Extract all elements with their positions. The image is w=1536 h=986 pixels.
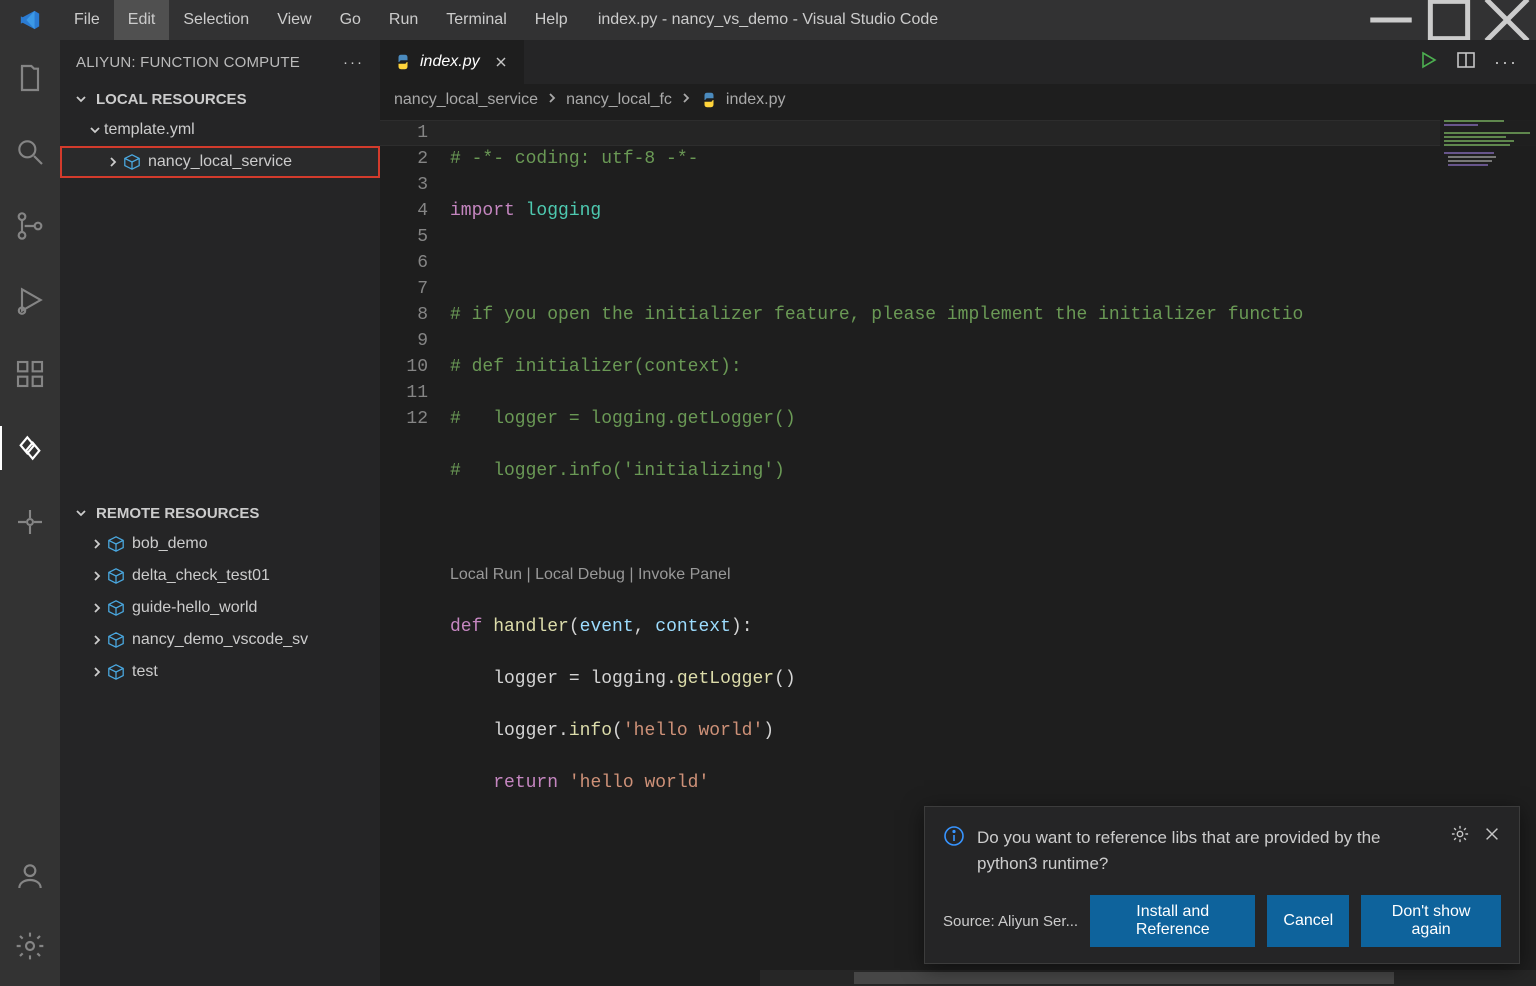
window-controls	[1362, 0, 1536, 40]
panel-more-button[interactable]: ···	[343, 54, 364, 71]
menu-edit[interactable]: Edit	[114, 0, 170, 40]
window-close-button[interactable]	[1478, 0, 1536, 40]
chevron-right-icon	[680, 91, 692, 109]
split-editor-button[interactable]	[1456, 50, 1476, 75]
window-maximize-button[interactable]	[1420, 0, 1478, 40]
chevron-down-icon	[72, 92, 90, 106]
menu-selection[interactable]: Selection	[169, 0, 263, 40]
breadcrumbs[interactable]: nancy_local_service nancy_local_fc index…	[380, 84, 1536, 116]
toast-settings-button[interactable]	[1451, 825, 1469, 848]
editor-area: index.py ··· nancy_local_service nancy_l…	[380, 40, 1536, 986]
local-resources-section[interactable]: LOCAL RESOURCES	[60, 84, 380, 114]
item-label: delta_check_test01	[132, 567, 270, 585]
remote-item[interactable]: delta_check_test01	[60, 560, 380, 592]
item-label: nancy_local_service	[148, 153, 292, 171]
python-file-icon	[394, 53, 412, 71]
accounts-icon[interactable]	[0, 846, 60, 906]
settings-gear-icon[interactable]	[0, 916, 60, 976]
local-resources-tree: template.yml nancy_local_service	[60, 114, 380, 178]
run-file-button[interactable]	[1418, 50, 1438, 75]
chevron-right-icon	[88, 665, 106, 679]
editor-more-button[interactable]: ···	[1494, 52, 1518, 73]
remote-icon[interactable]	[0, 492, 60, 552]
extensions-icon[interactable]	[0, 344, 60, 404]
chevron-down-icon	[72, 506, 90, 520]
chevron-right-icon	[88, 633, 106, 647]
service-cube-icon	[106, 534, 126, 554]
menu-terminal[interactable]: Terminal	[432, 0, 520, 40]
breadcrumb-seg[interactable]: index.py	[726, 91, 786, 109]
chevron-down-icon	[86, 123, 104, 137]
info-icon	[943, 825, 965, 847]
item-label: test	[132, 663, 158, 681]
cancel-button[interactable]: Cancel	[1267, 895, 1349, 947]
service-cube-icon	[106, 662, 126, 682]
toast-message: Do you want to reference libs that are p…	[977, 825, 1439, 877]
chevron-right-icon	[88, 537, 106, 551]
codelens[interactable]: Local Run | Local Debug | Invoke Panel	[450, 562, 1536, 588]
tab-close-button[interactable]	[492, 53, 510, 71]
menubar: File Edit Selection View Go Run Terminal…	[60, 0, 582, 40]
breadcrumb-seg[interactable]: nancy_local_fc	[566, 91, 672, 109]
dont-show-again-button[interactable]: Don't show again	[1361, 895, 1501, 947]
notification-toast: Do you want to reference libs that are p…	[924, 806, 1520, 964]
template-yml-item[interactable]: template.yml	[60, 114, 380, 146]
menu-help[interactable]: Help	[521, 0, 582, 40]
python-file-icon	[700, 91, 718, 109]
chevron-right-icon	[546, 91, 558, 109]
remote-item[interactable]: bob_demo	[60, 528, 380, 560]
section-label: LOCAL RESOURCES	[96, 91, 247, 108]
horizontal-scrollbar[interactable]	[760, 970, 1536, 986]
remote-resources-section[interactable]: REMOTE RESOURCES	[60, 498, 380, 528]
remote-item[interactable]: test	[60, 656, 380, 688]
item-label: bob_demo	[132, 535, 208, 553]
breadcrumb-seg[interactable]: nancy_local_service	[394, 91, 538, 109]
toast-source: Source: Aliyun Ser...	[943, 913, 1078, 930]
section-label: REMOTE RESOURCES	[96, 505, 259, 522]
menu-file[interactable]: File	[60, 0, 114, 40]
toast-close-button[interactable]	[1483, 825, 1501, 848]
service-cube-icon	[122, 152, 142, 172]
window-minimize-button[interactable]	[1362, 0, 1420, 40]
remote-resources-tree: bob_demo delta_check_test01 guide-hello_…	[60, 528, 380, 688]
run-debug-icon[interactable]	[0, 270, 60, 330]
search-icon[interactable]	[0, 122, 60, 182]
source-control-icon[interactable]	[0, 196, 60, 256]
nancy-local-service-item[interactable]: nancy_local_service	[60, 146, 380, 178]
menu-go[interactable]: Go	[326, 0, 375, 40]
service-cube-icon	[106, 598, 126, 618]
remote-item[interactable]: nancy_demo_vscode_sv	[60, 624, 380, 656]
tab-index-py[interactable]: index.py	[380, 40, 525, 84]
tab-label: index.py	[420, 53, 480, 71]
remote-item[interactable]: guide-hello_world	[60, 592, 380, 624]
chevron-right-icon	[88, 601, 106, 615]
menu-view[interactable]: View	[263, 0, 325, 40]
aliyun-fc-icon[interactable]	[0, 418, 60, 478]
title-bar: File Edit Selection View Go Run Terminal…	[0, 0, 1536, 40]
panel-title: ALIYUN: FUNCTION COMPUTE	[76, 54, 300, 71]
chevron-right-icon	[88, 569, 106, 583]
install-reference-button[interactable]: Install and Reference	[1090, 895, 1255, 947]
vscode-logo-icon	[0, 9, 60, 31]
service-cube-icon	[106, 630, 126, 650]
item-label: nancy_demo_vscode_sv	[132, 631, 308, 649]
panel-header: ALIYUN: FUNCTION COMPUTE ···	[60, 40, 380, 84]
side-panel: ALIYUN: FUNCTION COMPUTE ··· LOCAL RESOU…	[60, 40, 380, 986]
explorer-icon[interactable]	[0, 48, 60, 108]
tab-bar: index.py ···	[380, 40, 1536, 84]
service-cube-icon	[106, 566, 126, 586]
activity-bar	[0, 40, 60, 986]
line-gutter: 123456789101112	[380, 116, 450, 986]
item-label: template.yml	[104, 121, 195, 139]
scrollbar-thumb[interactable]	[854, 972, 1394, 984]
item-label: guide-hello_world	[132, 599, 257, 617]
chevron-right-icon	[104, 155, 122, 169]
menu-run[interactable]: Run	[375, 0, 432, 40]
